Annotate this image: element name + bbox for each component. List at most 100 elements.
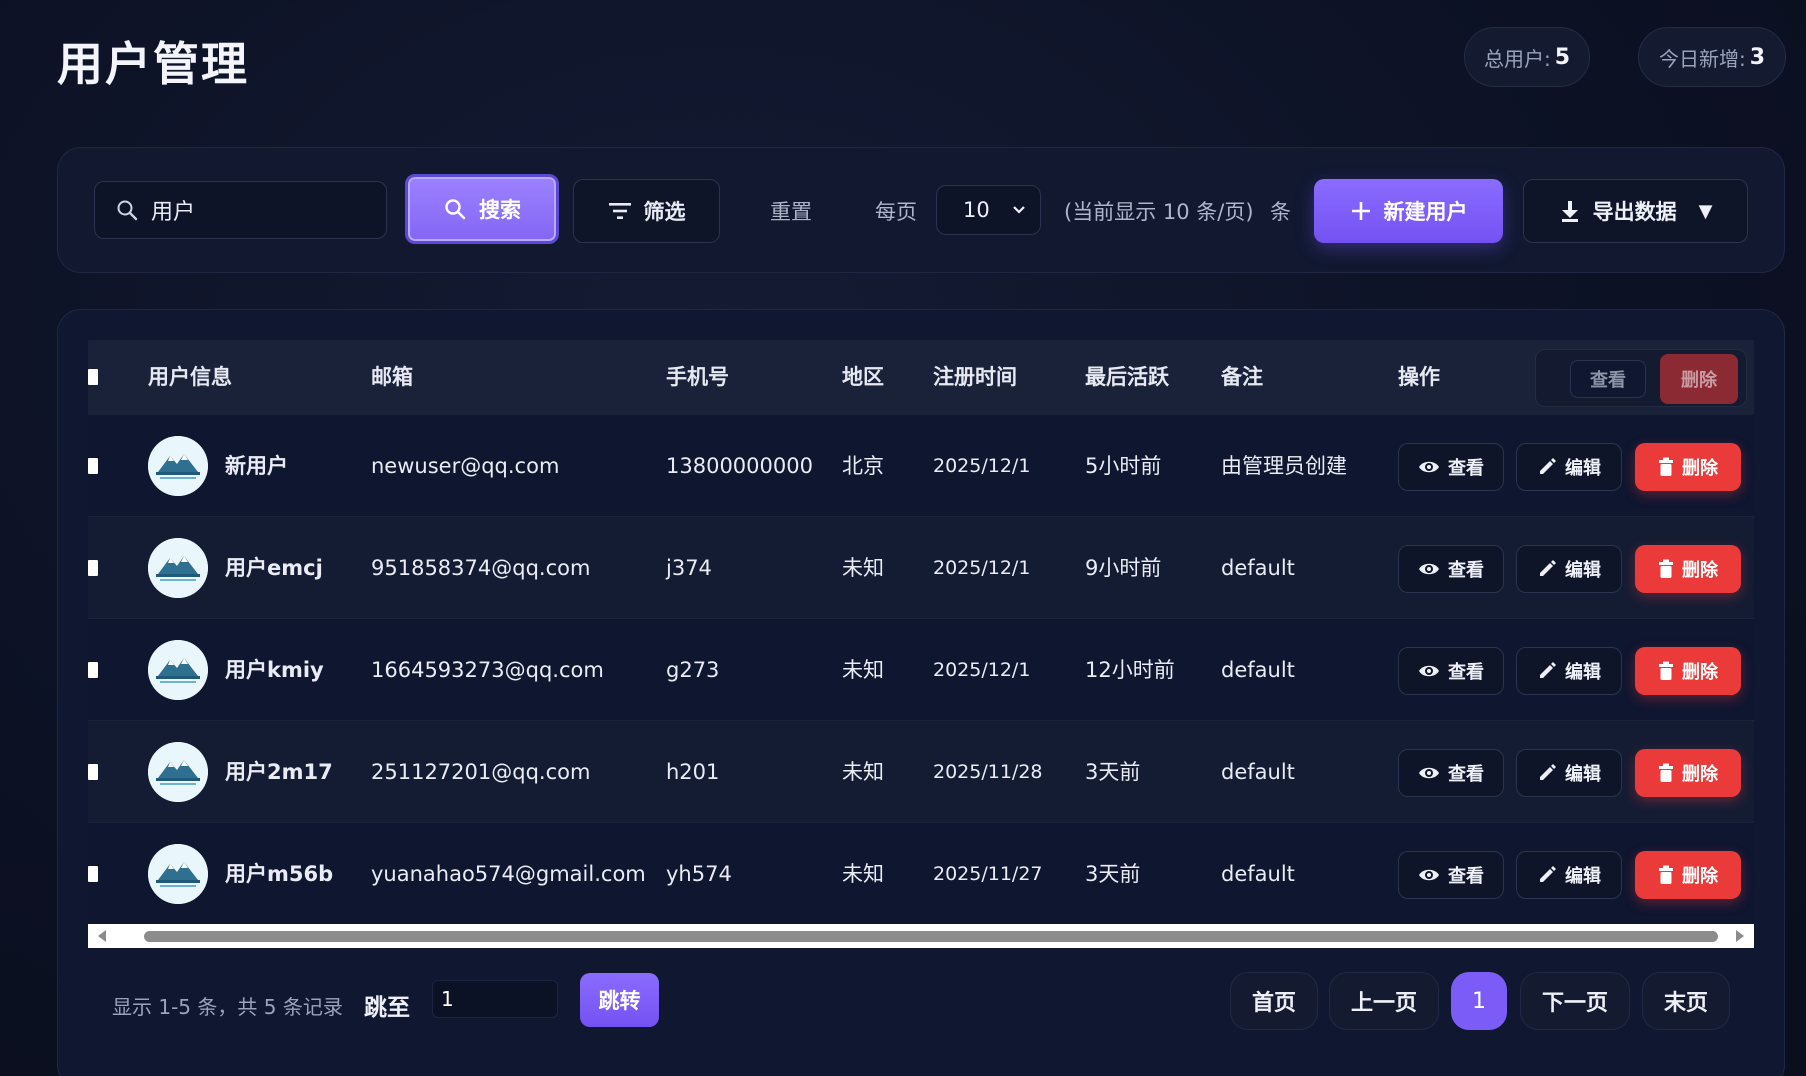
scroll-left-icon[interactable]: [98, 930, 106, 942]
select-all-checkbox[interactable]: [88, 369, 98, 385]
delete-button[interactable]: 删除: [1635, 443, 1741, 491]
toolbar: 搜索 筛选 重置 每页 10 (当前显示 10 条/页) 条 新建用户 导出数据: [57, 147, 1785, 273]
table-row: 用户emcj 951858374@qq.com j374 未知 2025/12/…: [88, 517, 1754, 619]
user-note: default: [1221, 862, 1295, 886]
jump-label: 跳至: [364, 995, 410, 1021]
last-page-button[interactable]: 末页: [1642, 972, 1730, 1030]
filter-button[interactable]: 筛选: [573, 179, 720, 243]
scroll-right-icon[interactable]: [1736, 930, 1744, 942]
user-email: 1664593273@qq.com: [371, 658, 604, 682]
edit-button[interactable]: 编辑: [1516, 647, 1622, 695]
user-registered: 2025/11/28: [933, 761, 1043, 783]
user-name: 用户m56b: [225, 862, 334, 886]
user-name: 新用户: [225, 454, 288, 478]
eye-icon: [1419, 461, 1439, 473]
pagination-info: 显示 1-5 条，共 5 条记录: [112, 995, 343, 1019]
view-button[interactable]: 查看: [1398, 851, 1504, 899]
column-header-actions: 操作: [1398, 365, 1440, 389]
per-page-value: 10: [963, 198, 990, 222]
next-page-button[interactable]: 下一页: [1520, 972, 1630, 1030]
edit-button-label: 编辑: [1565, 458, 1601, 479]
trash-icon: [1659, 559, 1673, 578]
search-input[interactable]: [151, 197, 371, 223]
new-user-button-label: 新建用户: [1383, 200, 1468, 224]
edit-button[interactable]: 编辑: [1516, 749, 1622, 797]
edit-button[interactable]: 编辑: [1516, 851, 1622, 899]
user-phone: j374: [666, 556, 712, 580]
trash-icon: [1659, 661, 1673, 680]
column-header-note: 备注: [1221, 365, 1263, 389]
edit-button[interactable]: 编辑: [1516, 443, 1622, 491]
search-icon: [445, 199, 466, 220]
view-button[interactable]: 查看: [1398, 545, 1504, 593]
total-users-label: 总用户:: [1483, 46, 1551, 71]
column-header-last-active: 最后活跃: [1085, 365, 1169, 389]
eye-icon: [1419, 563, 1439, 575]
user-last-active: 3天前: [1085, 760, 1141, 784]
user-phone: g273: [666, 658, 720, 682]
column-header-user-info: 用户信息: [148, 365, 232, 389]
chevron-down-icon: [1013, 206, 1025, 214]
user-region: 北京: [842, 454, 884, 478]
filter-icon: [608, 203, 631, 219]
horizontal-scrollbar[interactable]: [88, 924, 1754, 948]
export-button[interactable]: 导出数据 ▼: [1523, 179, 1748, 243]
column-header-registered: 注册时间: [933, 365, 1017, 389]
user-note: default: [1221, 658, 1295, 682]
view-button-label: 查看: [1448, 764, 1484, 785]
edit-button-label: 编辑: [1565, 662, 1601, 683]
delete-button[interactable]: 删除: [1635, 749, 1741, 797]
row-checkbox[interactable]: [88, 560, 98, 576]
header-view-button[interactable]: 查看: [1570, 360, 1646, 398]
row-checkbox[interactable]: [88, 866, 98, 882]
search-box: [94, 181, 387, 239]
export-button-label: 导出数据: [1592, 200, 1677, 224]
user-last-active: 3天前: [1085, 862, 1141, 886]
current-page-button[interactable]: 1: [1451, 972, 1507, 1030]
first-page-button[interactable]: 首页: [1230, 972, 1318, 1030]
user-last-active: 12小时前: [1085, 658, 1175, 682]
avatar: [148, 844, 208, 904]
user-email: 251127201@qq.com: [371, 760, 591, 784]
delete-button[interactable]: 删除: [1635, 851, 1741, 899]
download-icon: [1561, 201, 1578, 222]
filter-button-label: 筛选: [643, 200, 686, 224]
search-button-label: 搜索: [479, 198, 521, 222]
view-button-label: 查看: [1448, 458, 1484, 479]
eye-icon: [1419, 869, 1439, 881]
user-note: 由管理员创建: [1221, 454, 1347, 478]
delete-button-label: 删除: [1682, 866, 1718, 887]
delete-button[interactable]: 删除: [1635, 545, 1741, 593]
jump-button[interactable]: 跳转: [580, 973, 659, 1027]
user-registered: 2025/12/1: [933, 557, 1031, 579]
row-checkbox[interactable]: [88, 764, 98, 780]
search-button[interactable]: 搜索: [405, 174, 559, 244]
today-new-value: 3: [1749, 44, 1766, 70]
table-header: 用户信息 邮箱 手机号 地区 注册时间 最后活跃 备注 操作 查看 删除: [88, 340, 1754, 415]
avatar: [148, 436, 208, 496]
per-page-select[interactable]: 10: [936, 185, 1041, 235]
jump-page-input[interactable]: [432, 980, 558, 1018]
view-button-label: 查看: [1448, 866, 1484, 887]
row-checkbox[interactable]: [88, 458, 98, 474]
mountain-avatar-icon: [148, 640, 208, 700]
user-email: newuser@qq.com: [371, 454, 560, 478]
pencil-icon: [1540, 866, 1556, 882]
edit-button[interactable]: 编辑: [1516, 545, 1622, 593]
scrollbar-thumb[interactable]: [144, 931, 1718, 942]
view-button[interactable]: 查看: [1398, 443, 1504, 491]
column-header-email: 邮箱: [371, 365, 413, 389]
edit-button-label: 编辑: [1565, 866, 1601, 887]
delete-button[interactable]: 删除: [1635, 647, 1741, 695]
new-user-button[interactable]: 新建用户: [1314, 179, 1503, 243]
header-delete-button[interactable]: 删除: [1660, 354, 1738, 404]
view-button[interactable]: 查看: [1398, 647, 1504, 695]
view-button[interactable]: 查看: [1398, 749, 1504, 797]
prev-page-button[interactable]: 上一页: [1329, 972, 1439, 1030]
view-button-label: 查看: [1448, 560, 1484, 581]
user-phone: yh574: [666, 862, 732, 886]
row-checkbox[interactable]: [88, 662, 98, 678]
eye-icon: [1419, 767, 1439, 779]
reset-button[interactable]: 重置: [770, 196, 812, 226]
pencil-icon: [1540, 458, 1556, 474]
